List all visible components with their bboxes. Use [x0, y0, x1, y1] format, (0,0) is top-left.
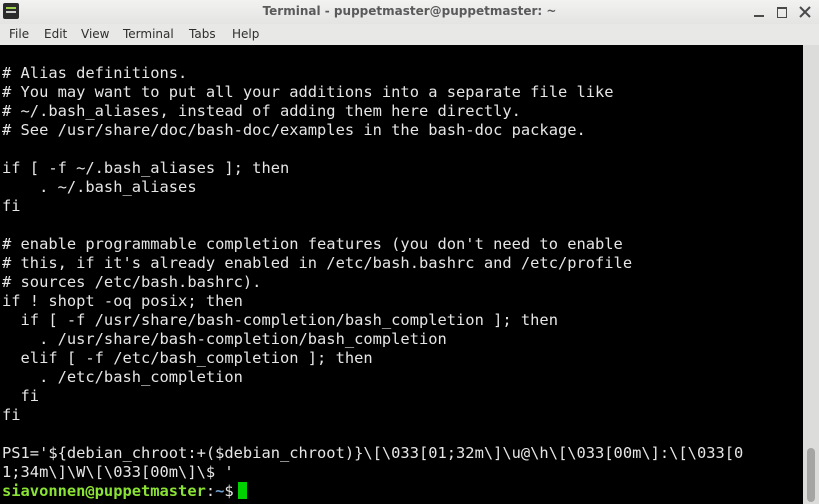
menu-bar: File Edit View Terminal Tabs Help — [0, 24, 819, 45]
terminal-line: elif [ -f /etc/bash_completion ]; then — [2, 349, 373, 367]
terminal-line: # sources /etc/bash.bashrc). — [2, 273, 262, 291]
terminal-line: fi — [2, 387, 40, 405]
terminal-line: . /usr/share/bash-completion/bash_comple… — [2, 330, 447, 348]
terminal-line: PS1='${debian_chroot:+($debian_chroot)}\… — [2, 444, 744, 462]
prompt-symbol: $ — [224, 482, 234, 500]
terminal-line: # enable programmable completion feature… — [2, 235, 623, 253]
text-cursor — [237, 482, 247, 499]
maximize-icon[interactable] — [774, 4, 790, 20]
terminal-line: 1;34m\]\W\[\033[00m\]\$ ' — [2, 463, 234, 481]
prompt-line[interactable]: siavonnen@puppetmaster:~$ — [2, 482, 247, 501]
title-bar[interactable]: Terminal - puppetmaster@puppetmaster: ~ — [0, 0, 819, 24]
terminal-line: # You may want to put all your additions… — [2, 83, 614, 101]
terminal-line: fi — [2, 406, 21, 424]
terminal-line: . /etc/bash_completion — [2, 368, 243, 386]
terminal-window: Terminal - puppetmaster@puppetmaster: ~ … — [0, 0, 819, 504]
menu-file[interactable]: File — [9, 27, 29, 41]
menu-help[interactable]: Help — [232, 27, 259, 41]
terminal-line: if [ -f ~/.bash_aliases ]; then — [2, 159, 290, 177]
prompt-separator: : — [205, 482, 216, 500]
minimize-icon[interactable] — [751, 4, 767, 20]
prompt-user-host: siavonnen@puppetmaster — [2, 482, 206, 500]
terminal-line: # this, if it's already enabled in /etc/… — [2, 254, 633, 272]
menu-tabs[interactable]: Tabs — [189, 27, 216, 41]
scrollbar-thumb[interactable] — [807, 448, 815, 502]
menu-edit[interactable]: Edit — [44, 27, 67, 41]
terminal-line: . ~/.bash_aliases — [2, 178, 197, 196]
terminal-line: # Alias definitions. — [2, 64, 188, 82]
window-title: Terminal - puppetmaster@puppetmaster: ~ — [262, 4, 557, 18]
menu-view[interactable]: View — [81, 27, 109, 41]
terminal-line: # See /usr/share/doc/bash-doc/examples i… — [2, 121, 586, 139]
terminal-line: if ! shopt -oq posix; then — [2, 292, 243, 310]
terminal-line: # ~/.bash_aliases, instead of adding the… — [2, 102, 521, 120]
terminal-line: fi — [2, 197, 21, 215]
menu-terminal[interactable]: Terminal — [123, 27, 174, 41]
close-icon[interactable] — [797, 4, 813, 20]
vertical-scrollbar[interactable] — [803, 45, 819, 504]
terminal-output[interactable]: # Alias definitions. # You may want to p… — [0, 45, 803, 504]
terminal-line: if [ -f /usr/share/bash-completion/bash_… — [2, 311, 558, 329]
